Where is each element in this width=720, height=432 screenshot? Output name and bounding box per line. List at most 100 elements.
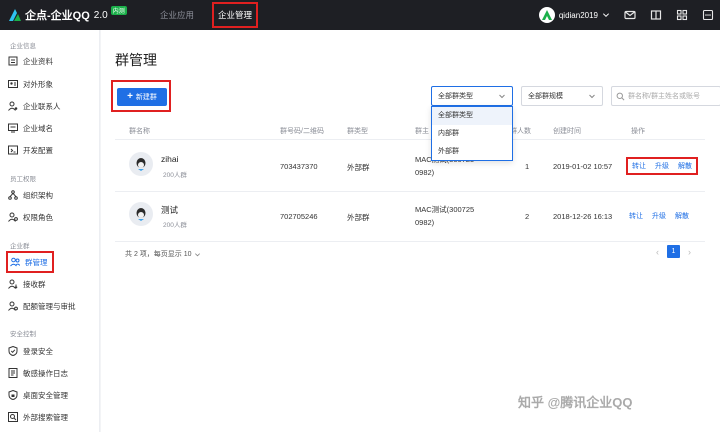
new-group-button[interactable]: + 新建群 (117, 88, 167, 106)
table-row[interactable]: 测试 200人群 702705246 外部群 MAC测试(300725 0982… (115, 192, 705, 242)
column-header: 群名称 (129, 128, 150, 135)
group-avatar (129, 152, 153, 176)
sidebar-section-title: 安全控制 (10, 331, 36, 338)
dropdown-option-all[interactable]: 全部群类型 (432, 107, 512, 125)
sidebar-item-label: 外部搜索管理 (23, 412, 68, 422)
sidebar-item-login-security[interactable]: 登录安全 (8, 343, 53, 359)
sidebar-section-title: 企业群 (10, 243, 30, 250)
sidebar-item-roles[interactable]: 权限角色 (8, 209, 53, 225)
profile-card-icon (8, 56, 18, 66)
avatar-logo-icon (541, 10, 552, 20)
sidebar-item-group-management[interactable]: 群管理 (6, 251, 54, 273)
dissolve-link[interactable]: 解散 (675, 211, 689, 221)
desktop-security-icon (8, 390, 18, 400)
transfer-link[interactable]: 转让 (632, 161, 646, 171)
sidebar-item-org-structure[interactable]: 组织架构 (8, 187, 53, 203)
sidebar-item-quota-approval[interactable]: 配额管理与审批 (8, 298, 76, 314)
main-panel: 群管理 + 新建群 全部群类型 全部群规模 群名称/群主姓名或账号 全部群类型 … (101, 30, 720, 432)
group-type: 外部群 (347, 213, 370, 222)
group-members: 2 (525, 212, 530, 221)
sidebar-item-company-contacts[interactable]: 企业联系人 (8, 98, 61, 114)
dev-config-icon (8, 145, 18, 155)
pager: ‹ 1 › (656, 245, 691, 258)
chevron-down-icon (194, 252, 200, 256)
grid-icon[interactable] (676, 9, 688, 21)
pagination-summary[interactable]: 共 2 项，每页显示 10 (125, 249, 201, 259)
sidebar-item-external-image[interactable]: 对外形象 (8, 76, 53, 92)
sidebar-item-receive-group[interactable]: 接收群 (8, 276, 46, 292)
group-number[interactable]: 703437370 (280, 162, 318, 171)
topnav-enterprise-management[interactable]: 企业管理 (212, 2, 259, 28)
sidebar-item-sensitive-log[interactable]: 敏感操作日志 (8, 365, 68, 381)
user-avatar (538, 7, 555, 23)
upgrade-link[interactable]: 升级 (652, 211, 666, 221)
pagination-summary-text: 共 2 项，每页显示 10 (125, 251, 192, 258)
contact-person-icon (8, 101, 18, 111)
login-security-icon (8, 346, 18, 356)
penguin-avatar-icon (136, 208, 146, 221)
upgrade-link[interactable]: 升级 (655, 161, 669, 171)
sidebar-item-label: 企业联系人 (23, 101, 61, 111)
group-avatar (129, 202, 153, 226)
sidebar-item-label: 组织架构 (23, 190, 53, 200)
top-nav: 企业应用 企业管理 (150, 0, 259, 30)
role-icon (8, 212, 18, 222)
user-menu[interactable]: qidian2019 (538, 7, 610, 23)
sidebar-item-company-domain[interactable]: 企业域名 (8, 120, 53, 136)
next-page-icon[interactable]: › (688, 247, 691, 257)
group-name: zihai (161, 154, 179, 164)
column-header: 群人数 (510, 128, 531, 135)
group-name: 测试 (161, 205, 179, 215)
row-actions: 转让 升级 解散 (629, 211, 689, 221)
prev-page-icon[interactable]: ‹ (656, 247, 659, 257)
top-bar: 企点-企业QQ 2.0 内测 企业应用 企业管理 qidian2019 (0, 0, 720, 30)
sidebar-item-dev-config[interactable]: 开发配置 (8, 142, 53, 158)
dissolve-link[interactable]: 解散 (678, 161, 692, 171)
sidebar-item-label: 登录安全 (23, 346, 53, 356)
sidebar-item-external-search[interactable]: 外部搜索管理 (8, 409, 68, 425)
row-actions: 转让 升级 解散 (626, 157, 698, 175)
sidebar-item-label: 敏感操作日志 (23, 368, 68, 378)
group-size-select[interactable]: 全部群规模 (521, 86, 603, 106)
chevron-down-icon (499, 94, 505, 99)
sidebar-item-label: 权限角色 (23, 212, 53, 222)
quota-icon (8, 301, 18, 311)
search-input[interactable]: 群名称/群主姓名或账号 (611, 86, 720, 106)
logo-mark-icon (9, 9, 21, 21)
org-structure-icon (8, 190, 18, 200)
username: qidian2019 (558, 10, 598, 20)
page-number[interactable]: 1 (667, 245, 680, 258)
group-capacity: 200人群 (163, 222, 187, 229)
sidebar-item-company-profile[interactable]: 企业资料 (8, 53, 53, 69)
sidebar-section-title: 企业信息 (10, 43, 36, 50)
group-number[interactable]: 702705246 (280, 212, 318, 221)
sidebar-section-title: 员工权限 (10, 176, 36, 183)
group-owner-suffix: 0982) (415, 168, 435, 177)
dropdown-option-internal[interactable]: 内部群 (432, 125, 512, 143)
new-group-highlight: + 新建群 (111, 80, 171, 112)
group-type-select[interactable]: 全部群类型 (431, 86, 513, 106)
sidebar-item-label: 企业资料 (23, 56, 53, 66)
group-size-value: 全部群规模 (528, 93, 563, 100)
group-members: 1 (525, 162, 530, 171)
sidebar-item-label: 接收群 (23, 279, 46, 289)
mail-icon[interactable] (624, 9, 636, 21)
dropdown-option-external[interactable]: 外部群 (432, 143, 512, 161)
plus-icon: + (127, 91, 133, 102)
table-header: 群名称 群号码/二维码 群类型 群主 群人数 创建时间 操作 (115, 122, 705, 140)
topnav-enterprise-apps[interactable]: 企业应用 (150, 0, 204, 30)
column-header: 群号码/二维码 (280, 128, 324, 135)
sidebar-item-label: 企业域名 (23, 123, 53, 133)
group-owner-suffix: 0982) (415, 218, 435, 227)
column-header: 操作 (631, 128, 645, 135)
table-row[interactable]: zihai 200人群 703437370 外部群 MAC测试(300725 0… (115, 142, 705, 192)
app-logo[interactable]: 企点-企业QQ 2.0 内测 (8, 5, 127, 24)
book-icon[interactable] (650, 9, 662, 21)
sidebar-item-desktop-security[interactable]: 桌面安全管理 (8, 387, 68, 403)
transfer-link[interactable]: 转让 (629, 211, 643, 221)
more-icon[interactable] (702, 9, 714, 21)
penguin-avatar-icon (136, 158, 146, 171)
sidebar: 企业信息 企业资料 对外形象 企业联系人 企业域名 开发配置 员工权限 组织架构… (0, 30, 100, 432)
created-time: 2018-12-26 16:13 (553, 212, 613, 221)
logo-version: 2.0 (93, 9, 108, 21)
